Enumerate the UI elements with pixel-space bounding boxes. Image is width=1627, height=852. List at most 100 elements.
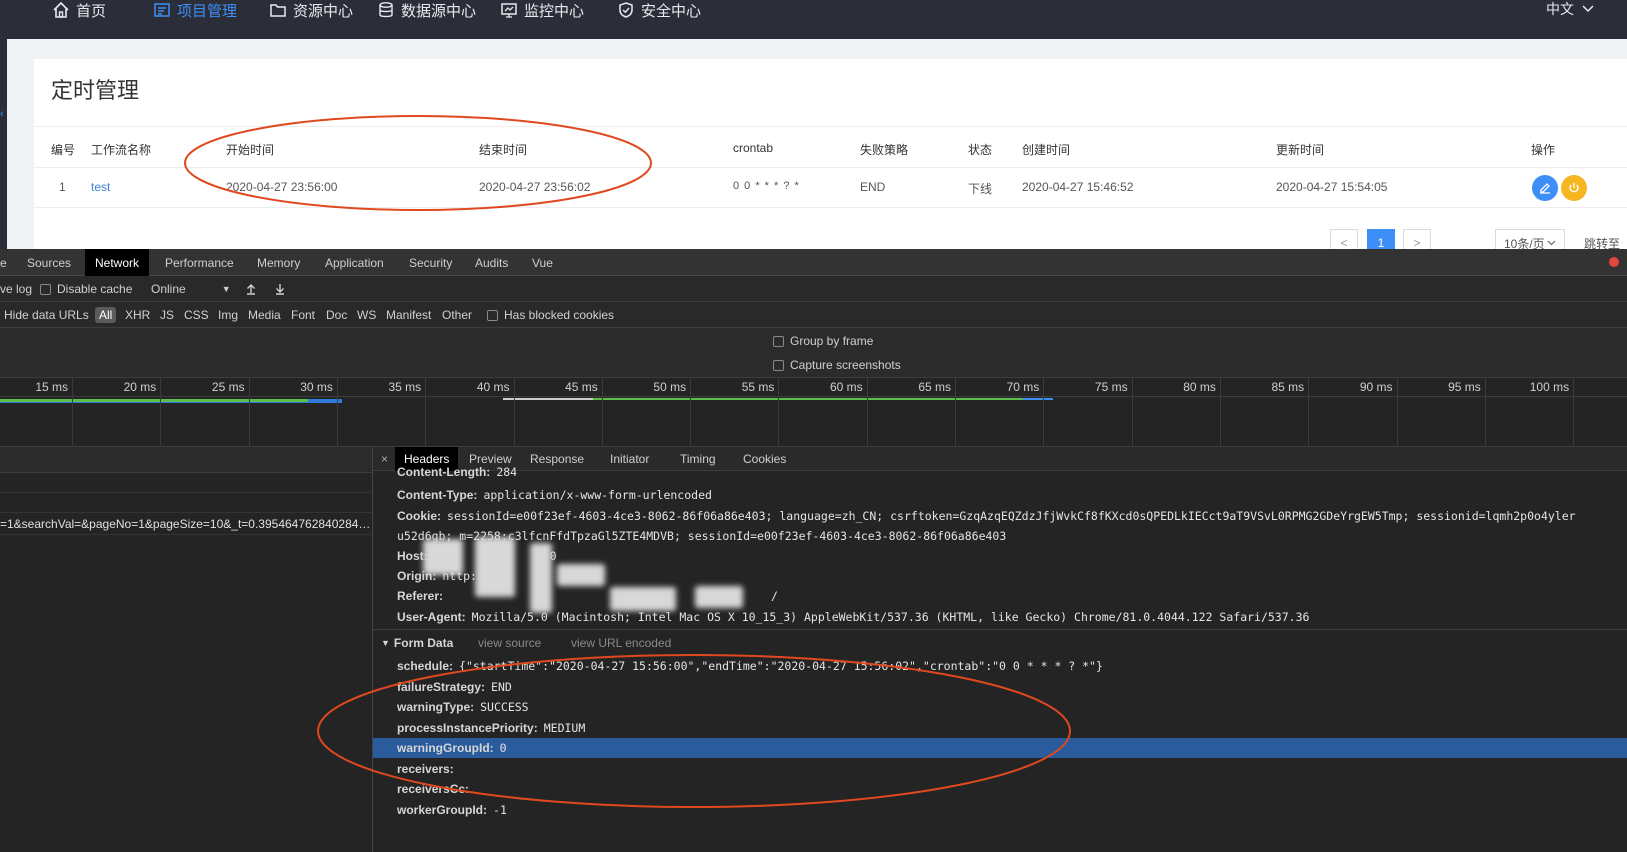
tab-elements[interactable]: e — [0, 249, 17, 276]
group-by-frame-checkbox[interactable]: Group by frame — [773, 328, 873, 354]
nav-monitor-label: 监控中心 — [524, 2, 585, 20]
tab-application[interactable]: Application — [315, 249, 394, 276]
export-har-button[interactable] — [274, 276, 286, 302]
form-key: warningType: — [397, 700, 475, 714]
page-title: 定时管理 — [51, 78, 140, 103]
tab-security[interactable]: Security — [399, 249, 462, 276]
close-icon[interactable]: × — [381, 452, 388, 466]
nav-datasource[interactable]: 数据源中心 — [377, 0, 476, 20]
timeline-gridline — [778, 378, 780, 447]
disable-cache-checkbox[interactable]: Disable cache — [40, 276, 132, 302]
upload-icon — [247, 284, 255, 295]
form-field-failure-strategy: failureStrategy: END — [397, 677, 512, 697]
filter-bar: Hide data URLs All XHR JS CSS Img Media … — [0, 302, 1627, 328]
filter-xhr[interactable]: XHR — [125, 302, 150, 328]
timeline-tick-label: 60 ms — [830, 380, 863, 394]
network-toolbar: ve log Disable cache Online ▼ — [0, 276, 1627, 302]
tab-sources[interactable]: Sources — [17, 249, 81, 276]
header-value: 284 — [496, 467, 518, 479]
timeline-gridline — [690, 378, 692, 447]
filter-img[interactable]: Img — [218, 302, 238, 328]
tab-network[interactable]: Network — [85, 249, 150, 276]
timeline-tick-label: 25 ms — [211, 380, 245, 394]
timeline-gridline — [248, 378, 250, 447]
timeline-tick-label: 20 ms — [123, 380, 157, 394]
col-header-actions: 操作 — [1531, 143, 1556, 157]
nav-home[interactable]: 首页 — [52, 0, 106, 20]
filter-css[interactable]: CSS — [184, 302, 209, 328]
nav-project[interactable]: 项目管理 — [153, 0, 237, 20]
list-item[interactable] — [0, 493, 372, 513]
divider — [34, 126, 1627, 127]
filter-font[interactable]: Font — [291, 302, 315, 328]
throttle-select[interactable]: Online ▼ — [151, 276, 231, 302]
timeline-tick-label: 85 ms — [1271, 380, 1305, 394]
form-key: schedule: — [397, 659, 454, 673]
triangle-down-icon: ▼ — [381, 638, 390, 648]
preserve-log-label[interactable]: ve log — [0, 276, 32, 302]
folder-icon — [270, 4, 286, 17]
blocked-cookies-checkbox[interactable]: Has blocked cookies — [487, 302, 614, 328]
detail-tab-timing[interactable]: Timing — [671, 447, 725, 471]
filter-ws[interactable]: WS — [357, 302, 376, 328]
error-indicator-icon[interactable] — [1609, 257, 1619, 267]
form-value: END — [491, 680, 512, 694]
cell-name-link[interactable]: test — [91, 180, 110, 194]
filter-media[interactable]: Media — [248, 302, 281, 328]
filter-all[interactable]: All — [95, 302, 117, 328]
detail-tab-response[interactable]: Response — [521, 447, 593, 471]
nav-security-label: 安全中心 — [641, 2, 702, 20]
tab-audits[interactable]: Audits — [465, 249, 518, 276]
checkbox-icon — [487, 309, 498, 321]
language-switch[interactable]: 中文 — [1546, 0, 1594, 17]
timeline-gridline — [1219, 378, 1221, 447]
nav-security[interactable]: 安全中心 — [617, 0, 701, 20]
form-key: failureStrategy: — [397, 680, 486, 694]
list-item[interactable] — [0, 473, 372, 493]
network-timeline[interactable]: 15 ms 20 ms 25 ms 30 ms 35 ms 40 ms 45 ms 50 ms… — [0, 378, 1627, 447]
timeline-gridline — [425, 378, 427, 447]
import-har-button[interactable] — [245, 276, 257, 302]
detail-tab-cookies[interactable]: Cookies — [734, 447, 795, 471]
network-options: Group by frame Capture screenshots — [0, 328, 1627, 378]
timeline-gridline — [955, 378, 956, 447]
sidebar-collapse-icon[interactable]: ‹ — [0, 108, 4, 120]
form-field-warning-group[interactable]: warningGroupId: 0 — [397, 738, 507, 758]
header-key: Referer: — [397, 589, 444, 603]
online-button[interactable] — [1561, 175, 1587, 201]
detail-tab-initiator[interactable]: Initiator — [601, 447, 658, 471]
tab-memory[interactable]: Memory — [247, 249, 310, 276]
view-source-link[interactable]: view source — [478, 633, 541, 653]
col-header-start: 开始时间 — [226, 143, 275, 157]
filter-manifest[interactable]: Manifest — [386, 302, 431, 328]
edit-icon — [1540, 183, 1550, 194]
nav-monitor[interactable]: 监控中心 — [500, 0, 584, 20]
tab-performance[interactable]: Performance — [155, 249, 244, 276]
hide-data-urls-label[interactable]: Hide data URLs — [4, 302, 89, 328]
tab-vue[interactable]: Vue — [522, 249, 563, 276]
cell-end: 2020-04-27 23:56:02 — [479, 180, 591, 194]
form-value: MEDIUM — [543, 721, 586, 735]
form-data-header[interactable]: ▼ Form Data — [381, 633, 453, 653]
request-row[interactable]: =1&searchVal=&pageNo=1&pageSize=10&_t=0.… — [0, 513, 372, 535]
form-key: workerGroupId: — [397, 803, 488, 817]
timeline-tick-label: 65 ms — [918, 380, 951, 394]
nav-resource[interactable]: 资源中心 — [269, 0, 353, 20]
header-value: application/x-www-form-urlencoded — [483, 488, 712, 502]
edit-button[interactable] — [1532, 175, 1558, 201]
detail-tab-bar: × Headers Preview Response Initiator Tim… — [373, 447, 1627, 471]
filter-doc[interactable]: Doc — [326, 302, 347, 328]
timeline-tick-label: 90 ms — [1359, 380, 1393, 394]
filter-js[interactable]: JS — [160, 302, 174, 328]
filter-other[interactable]: Other — [442, 302, 472, 328]
cell-crontab: 0 0 * * * ? * — [733, 180, 800, 192]
timeline-bar-blue — [1023, 398, 1053, 400]
timeline-bar-waiting — [503, 398, 593, 400]
redacted-block — [695, 586, 743, 608]
form-field-warning-type: warningType: SUCCESS — [397, 697, 529, 717]
header-cookie: Cookie: sessionId=e00f23ef-4603-4ce3-8062… — [397, 506, 1576, 526]
view-url-encoded-link[interactable]: view URL encoded — [571, 633, 671, 653]
capture-screenshots-checkbox[interactable]: Capture screenshots — [773, 352, 901, 378]
timeline-gridline — [1396, 378, 1398, 447]
timeline-gridline — [1484, 378, 1486, 447]
